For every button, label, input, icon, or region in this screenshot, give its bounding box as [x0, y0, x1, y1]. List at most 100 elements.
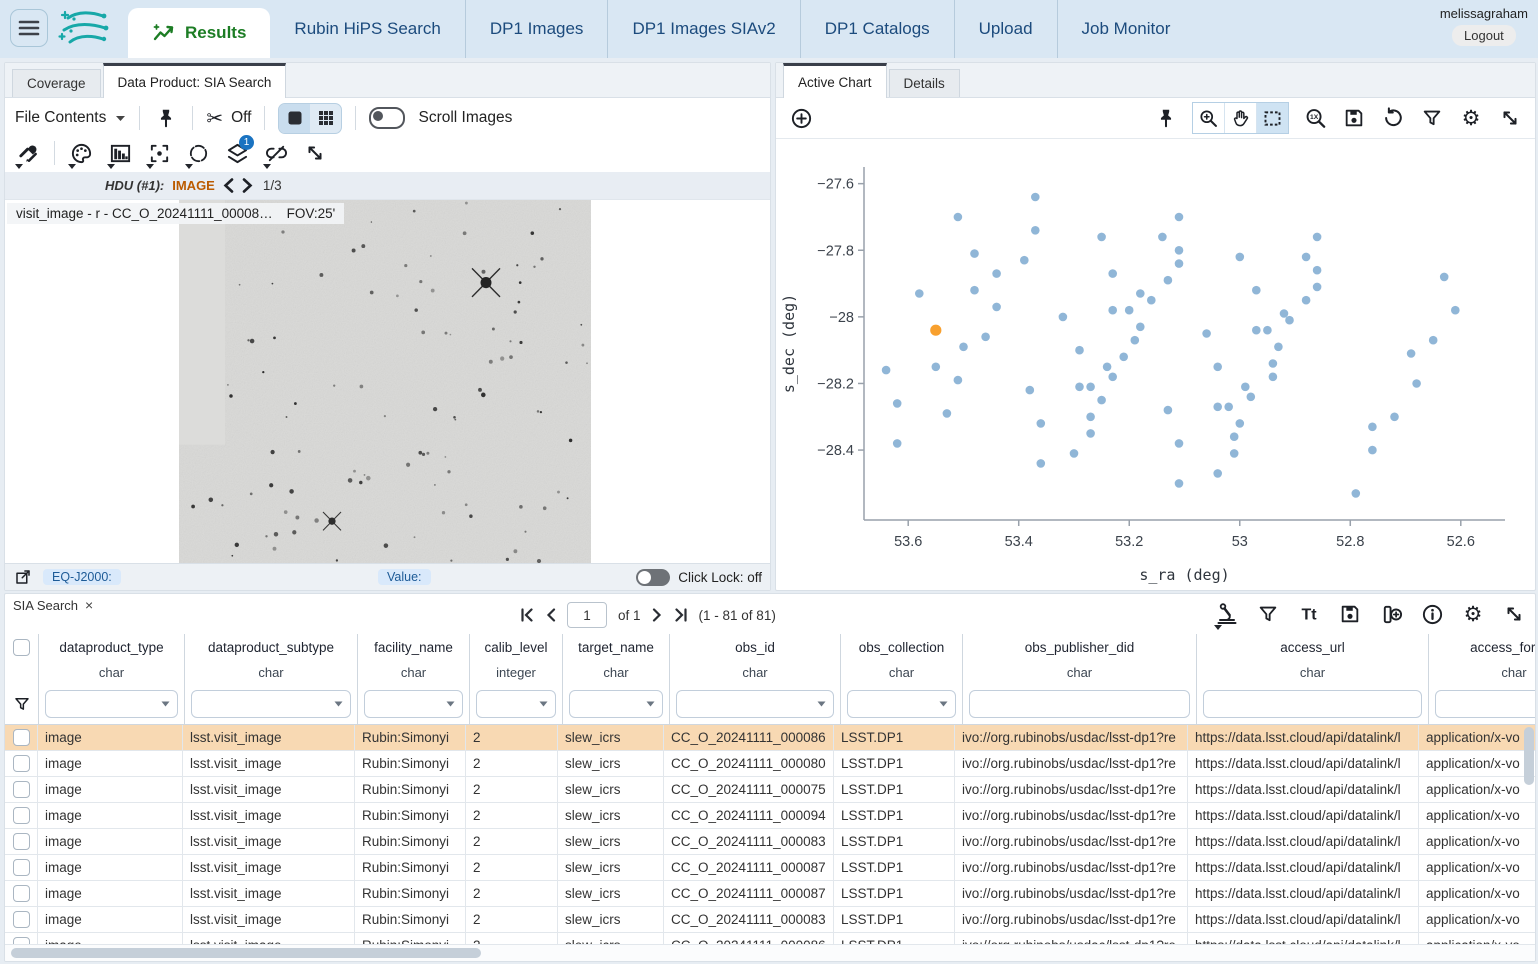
scatter-point[interactable]	[1097, 233, 1106, 242]
next-page-button[interactable]	[652, 608, 662, 622]
column-header-facility_name[interactable]: facility_name	[358, 634, 470, 661]
prev-hdu-button[interactable]	[223, 178, 234, 193]
scatter-point[interactable]	[1390, 413, 1399, 422]
scatter-point[interactable]	[932, 363, 941, 372]
row-checkbox[interactable]	[13, 885, 30, 902]
scatter-point[interactable]	[1086, 413, 1095, 422]
popout-button[interactable]	[13, 563, 33, 591]
restore-chart-button[interactable]	[1380, 104, 1406, 132]
table-row[interactable]: imagelsst.visit_imageRubin:Simonyi2slew_…	[5, 777, 1535, 803]
scatter-point[interactable]	[1252, 326, 1261, 335]
tab-upload[interactable]: Upload	[954, 0, 1057, 58]
scatter-point[interactable]	[1136, 289, 1145, 298]
scatter-point[interactable]	[882, 366, 891, 375]
text-view-button[interactable]: Tt	[1296, 600, 1322, 628]
scatter-point[interactable]	[992, 303, 1001, 312]
save-chart-button[interactable]	[1341, 104, 1367, 132]
scatter-point[interactable]	[1031, 193, 1040, 202]
column-header-obs_collection[interactable]: obs_collection	[841, 634, 963, 661]
filter-select-calib_level[interactable]	[476, 690, 556, 718]
scatter-point[interactable]	[1236, 253, 1245, 262]
select-mode-button[interactable]	[1256, 103, 1288, 133]
select-all-header[interactable]	[5, 634, 39, 661]
scatter-point[interactable]	[1230, 432, 1239, 441]
scatter-point[interactable]	[1175, 246, 1184, 255]
click-lock-toggle[interactable]	[636, 569, 670, 586]
column-header-access_url[interactable]: access_url	[1197, 634, 1429, 661]
column-header-calib_level[interactable]: calib_level	[470, 634, 563, 661]
scatter-point[interactable]	[1131, 336, 1140, 345]
scatter-point[interactable]	[1451, 306, 1460, 315]
fits-image[interactable]	[179, 200, 591, 563]
chart-settings-button[interactable]: ⚙	[1458, 104, 1484, 132]
zoom-in-mode-button[interactable]	[1193, 103, 1224, 133]
scatter-point[interactable]	[1086, 383, 1095, 392]
scatter-point[interactable]	[959, 343, 968, 352]
next-hdu-button[interactable]	[242, 178, 253, 193]
filter-select-obs_collection[interactable]	[847, 690, 956, 718]
scatter-point[interactable]	[1285, 316, 1294, 325]
scatter-point[interactable]	[1175, 213, 1184, 222]
scatter-point[interactable]	[1263, 326, 1272, 335]
row-checkbox[interactable]	[13, 807, 30, 824]
filter-chart-button[interactable]	[1419, 104, 1445, 132]
scatter-point[interactable]	[1213, 403, 1222, 412]
save-table-button[interactable]	[1337, 600, 1363, 628]
filter-input-access_format[interactable]	[1435, 690, 1536, 718]
pin-button[interactable]	[153, 104, 179, 132]
scatter-point[interactable]	[1302, 296, 1311, 305]
grid-view-button[interactable]	[310, 104, 341, 133]
menu-button[interactable]	[10, 9, 48, 47]
page-number-input[interactable]	[567, 602, 607, 628]
tab-data-product-sia-search[interactable]: Data Product: SIA Search	[103, 63, 287, 98]
scatter-point[interactable]	[1125, 306, 1134, 315]
table-row[interactable]: imagelsst.visit_imageRubin:Simonyi2slew_…	[5, 907, 1535, 933]
scatter-point[interactable]	[970, 249, 979, 258]
pin-chart-button[interactable]	[1153, 104, 1179, 132]
stretch-histogram-button[interactable]	[107, 139, 133, 167]
scatter-point[interactable]	[1213, 469, 1222, 478]
scatter-point[interactable]	[1241, 383, 1250, 392]
fits-image-viewport[interactable]: visit_image - r - CC_O_20241111_00008… F…	[5, 200, 770, 563]
scatter-point[interactable]	[1075, 383, 1084, 392]
table-settings-button[interactable]: ⚙	[1460, 600, 1486, 628]
filter-select-facility_name[interactable]	[364, 690, 463, 718]
table-info-button[interactable]	[1419, 600, 1445, 628]
row-checkbox[interactable]	[13, 781, 30, 798]
scatter-point[interactable]	[1269, 359, 1278, 368]
scatter-point[interactable]	[1280, 309, 1289, 318]
cutout-button[interactable]: ✂ Off	[206, 108, 251, 128]
scatter-point[interactable]	[915, 289, 924, 298]
tab-dp1-images[interactable]: DP1 Images	[465, 0, 608, 58]
column-header-obs_publisher_did[interactable]: obs_publisher_did	[963, 634, 1197, 661]
scatter-point[interactable]	[1031, 226, 1040, 235]
scrollbar-thumb[interactable]	[11, 948, 481, 958]
single-view-button[interactable]	[279, 104, 310, 133]
scatter-point[interactable]	[1252, 286, 1261, 295]
scatter-point[interactable]	[1175, 259, 1184, 268]
add-chart-button[interactable]	[788, 104, 814, 132]
scatter-point[interactable]	[1313, 283, 1322, 292]
scatter-point[interactable]	[1175, 479, 1184, 488]
first-page-button[interactable]	[520, 608, 535, 622]
scatter-point[interactable]	[1075, 346, 1084, 355]
expand-button[interactable]	[302, 139, 328, 167]
scatter-point[interactable]	[1368, 446, 1377, 455]
filter-select-dataproduct_type[interactable]	[45, 690, 178, 718]
table-row[interactable]: imagelsst.visit_imageRubin:Simonyi2slew_…	[5, 855, 1535, 881]
row-checkbox[interactable]	[13, 911, 30, 928]
scatter-point[interactable]	[1059, 313, 1068, 322]
scatter-point[interactable]	[1108, 373, 1117, 382]
tab-coverage[interactable]: Coverage	[12, 69, 101, 97]
scatter-point[interactable]	[893, 399, 902, 408]
tools-button[interactable]	[15, 139, 41, 167]
pan-mode-button[interactable]	[1224, 103, 1256, 133]
filter-table-button[interactable]	[1255, 600, 1281, 628]
scatter-point[interactable]	[1247, 393, 1256, 402]
scatter-point[interactable]	[943, 409, 952, 418]
tab-job-monitor[interactable]: Job Monitor	[1057, 0, 1195, 58]
scatter-point[interactable]	[1313, 233, 1322, 242]
tab-dp1-catalogs[interactable]: DP1 Catalogs	[800, 0, 954, 58]
column-header-dataproduct_type[interactable]: dataproduct_type	[39, 634, 185, 661]
scatter-point[interactable]	[1368, 423, 1377, 432]
